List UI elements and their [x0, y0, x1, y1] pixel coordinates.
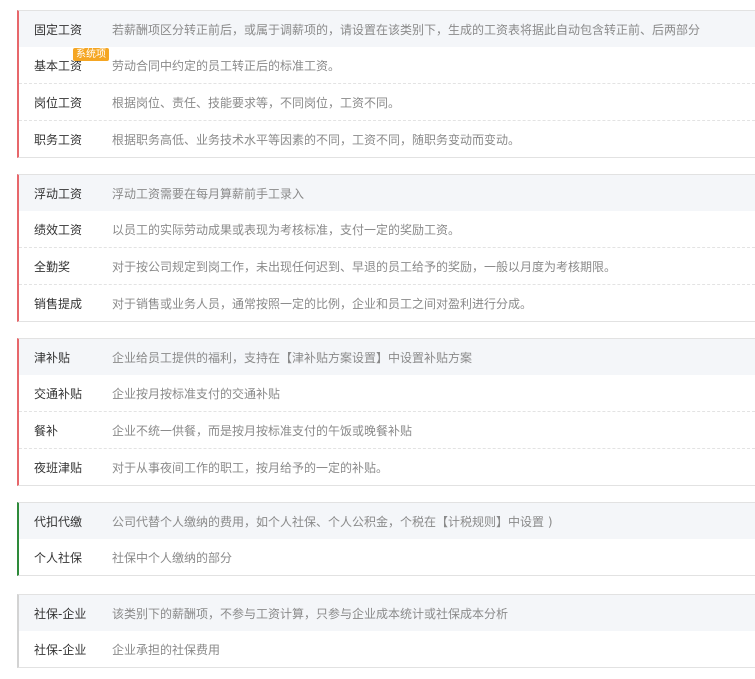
item-name: 销售提成: [34, 296, 83, 311]
item-name: 岗位工资: [34, 95, 83, 110]
group-header-row[interactable]: 浮动工资 浮动工资需要在每月算薪前手工录入: [19, 175, 755, 211]
item-desc: 对于从事夜间工作的职工，按月给予的一定的补贴。: [112, 460, 389, 475]
system-item-badge: 系统项: [73, 47, 109, 61]
item-desc: 对于按公司规定到岗工作，未出现任何迟到、早退的员工给予的奖励，一般以月度为考核期…: [112, 259, 617, 274]
salary-item-row[interactable]: 基本工资 系统项 劳动合同中约定的员工转正后的标准工资。: [19, 47, 755, 84]
salary-group-floating: 浮动工资 浮动工资需要在每月算薪前手工录入 绩效工资 以员工的实际劳动成果或表现…: [17, 174, 755, 322]
salary-item-row[interactable]: 社保-企业 企业承担的社保费用: [19, 631, 755, 667]
category-desc: 浮动工资需要在每月算薪前手工录入: [112, 186, 305, 201]
salary-group-company-social-security: 社保-企业 该类别下的薪酬项，不参与工资计算，只参与企业成本统计或社保成本分析 …: [17, 594, 755, 668]
salary-item-row[interactable]: 绩效工资 以员工的实际劳动成果或表现为考核标准，支付一定的奖励工资。: [19, 211, 755, 248]
item-name: 餐补: [34, 423, 59, 438]
salary-group-allowance: 津补贴 企业给员工提供的福利，支持在【津补贴方案设置】中设置补贴方案 交通补贴 …: [17, 338, 755, 486]
salary-group-fixed: 固定工资 若薪酬项区分转正前后，或属于调薪项的，请设置在该类别下，生成的工资表将…: [17, 10, 755, 158]
item-desc: 劳动合同中约定的员工转正后的标准工资。: [112, 58, 341, 73]
group-header-row[interactable]: 代扣代缴 公司代替个人缴纳的费用，如个人社保、个人公积金，个税在【计税规则】中设…: [19, 503, 755, 539]
category-desc: 若薪酬项区分转正前后，或属于调薪项的，请设置在该类别下，生成的工资表将据此自动包…: [112, 22, 701, 37]
category-name: 代扣代缴: [34, 514, 83, 529]
category-name: 浮动工资: [34, 186, 83, 201]
item-desc: 企业按月按标准支付的交通补贴: [112, 386, 281, 401]
item-desc: 企业承担的社保费用: [112, 642, 221, 657]
salary-item-row[interactable]: 全勤奖 对于按公司规定到岗工作，未出现任何迟到、早退的员工给予的奖励，一般以月度…: [19, 248, 755, 285]
group-header-row[interactable]: 津补贴 企业给员工提供的福利，支持在【津补贴方案设置】中设置补贴方案: [19, 339, 755, 375]
item-name-text: 基本工资: [34, 58, 83, 73]
category-name: 固定工资: [34, 22, 83, 37]
item-name: 交通补贴: [34, 386, 83, 401]
category-name: 社保-企业: [34, 606, 87, 621]
salary-item-row[interactable]: 销售提成 对于销售或业务人员，通常按照一定的比例，企业和员工之间对盈利进行分成。: [19, 285, 755, 321]
item-name: 社保-企业: [34, 642, 87, 657]
item-desc: 以员工的实际劳动成果或表现为考核标准，支付一定的奖励工资。: [112, 222, 461, 237]
salary-item-row[interactable]: 岗位工资 根据岗位、责任、技能要求等，不同岗位，工资不同。: [19, 84, 755, 121]
item-desc: 社保中个人缴纳的部分: [112, 550, 233, 565]
item-name: 绩效工资: [34, 222, 83, 237]
category-desc: 企业给员工提供的福利，支持在【津补贴方案设置】中设置补贴方案: [112, 350, 473, 365]
salary-item-row[interactable]: 餐补 企业不统一供餐，而是按月按标准支付的午饭或晚餐补贴: [19, 412, 755, 449]
item-name: 基本工资 系统项: [19, 47, 111, 74]
item-desc: 对于销售或业务人员，通常按照一定的比例，企业和员工之间对盈利进行分成。: [112, 296, 533, 311]
item-desc: 根据职务高低、业务技术水平等因素的不同，工资不同，随职务变动而变动。: [112, 132, 521, 147]
salary-item-row[interactable]: 交通补贴 企业按月按标准支付的交通补贴: [19, 375, 755, 412]
category-name: 津补贴: [34, 350, 71, 365]
salary-group-withholding: 代扣代缴 公司代替个人缴纳的费用，如个人社保、个人公积金，个税在【计税规则】中设…: [17, 502, 755, 576]
category-desc: 公司代替个人缴纳的费用，如个人社保、个人公积金，个税在【计税规则】中设置 ): [112, 514, 553, 529]
item-name: 全勤奖: [34, 259, 71, 274]
salary-item-row[interactable]: 夜班津贴 对于从事夜间工作的职工，按月给予的一定的补贴。: [19, 449, 755, 485]
item-name: 夜班津贴: [34, 460, 83, 475]
item-desc: 根据岗位、责任、技能要求等，不同岗位，工资不同。: [112, 95, 401, 110]
item-name: 职务工资: [34, 132, 83, 147]
item-desc: 企业不统一供餐，而是按月按标准支付的午饭或晚餐补贴: [112, 423, 413, 438]
item-name: 个人社保: [34, 550, 83, 565]
category-desc: 该类别下的薪酬项，不参与工资计算，只参与企业成本统计或社保成本分析: [112, 606, 509, 621]
salary-item-row[interactable]: 职务工资 根据职务高低、业务技术水平等因素的不同，工资不同，随职务变动而变动。: [19, 121, 755, 157]
group-header-row[interactable]: 固定工资 若薪酬项区分转正前后，或属于调薪项的，请设置在该类别下，生成的工资表将…: [19, 11, 755, 47]
salary-item-row[interactable]: 个人社保 社保中个人缴纳的部分: [19, 539, 755, 575]
group-header-row[interactable]: 社保-企业 该类别下的薪酬项，不参与工资计算，只参与企业成本统计或社保成本分析: [19, 595, 755, 631]
